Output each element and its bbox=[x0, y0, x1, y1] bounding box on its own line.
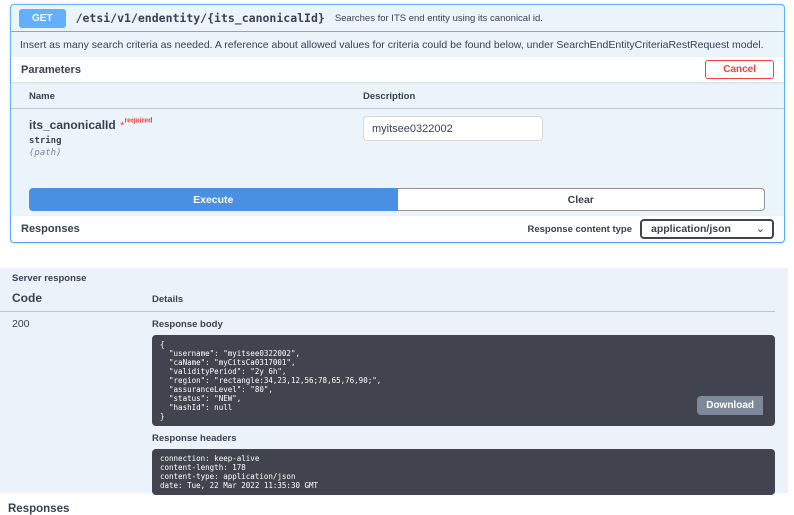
response-body-label: Response body bbox=[152, 319, 776, 330]
server-response-section: Server response Code Details 200 Respons… bbox=[0, 268, 788, 493]
cancel-button[interactable]: Cancel bbox=[705, 60, 774, 79]
responses-footer-title: Responses bbox=[0, 495, 788, 515]
status-code: 200 bbox=[12, 318, 152, 495]
http-method-badge: GET bbox=[19, 9, 66, 28]
parameter-name: its_canonicalId bbox=[29, 118, 116, 132]
chevron-down-icon: ⌄ bbox=[756, 222, 765, 235]
execute-button[interactable]: Execute bbox=[29, 188, 398, 211]
details-column-header: Details bbox=[152, 294, 763, 305]
parameters-title: Parameters bbox=[21, 64, 81, 76]
column-header-name: Name bbox=[29, 91, 363, 102]
content-type-selected-value: application/json bbox=[651, 223, 731, 235]
parameter-name-cell: its_canonicalId *required string (path) bbox=[29, 116, 363, 158]
execute-button-group: Execute Clear bbox=[29, 188, 765, 211]
clear-button[interactable]: Clear bbox=[398, 188, 766, 211]
responses-title: Responses bbox=[21, 223, 80, 235]
response-headers-code[interactable]: connection: keep-alive content-length: 1… bbox=[152, 449, 775, 495]
parameter-row: its_canonicalId *required string (path) bbox=[11, 109, 784, 165]
responses-section-header: Responses Response content type applicat… bbox=[11, 216, 784, 242]
server-response-title: Server response bbox=[0, 273, 788, 284]
response-body-code[interactable]: { "username": "myitsee0322002", "caName"… bbox=[152, 335, 775, 426]
operation-path[interactable]: /etsi/v1/endentity/{its_canonicalId} bbox=[76, 11, 325, 25]
parameter-value-cell bbox=[363, 116, 766, 158]
column-header-description: Description bbox=[363, 91, 766, 102]
operation-description: Insert as many search criteria as needed… bbox=[11, 32, 784, 57]
download-button[interactable]: Download bbox=[697, 396, 763, 415]
required-label: required bbox=[124, 118, 152, 125]
response-details-cell: Response body { "username": "myitsee0322… bbox=[152, 318, 776, 495]
response-content-type-label: Response content type bbox=[527, 224, 632, 235]
response-content-type-control: Response content type application/json ⌄ bbox=[527, 219, 774, 239]
operation-summary-text: Searches for ITS end entity using its ca… bbox=[335, 13, 543, 24]
response-row-200: 200 Response body { "username": "myitsee… bbox=[0, 312, 788, 495]
its-canonicalid-input[interactable] bbox=[363, 116, 543, 141]
response-table-header: Code Details bbox=[0, 284, 775, 312]
operation-summary[interactable]: GET /etsi/v1/endentity/{its_canonicalId}… bbox=[11, 5, 784, 32]
parameters-table-header: Name Description bbox=[11, 82, 784, 109]
parameter-type: string bbox=[29, 136, 363, 146]
content-type-select[interactable]: application/json ⌄ bbox=[640, 219, 774, 239]
response-headers-label: Response headers bbox=[152, 433, 776, 444]
parameters-section-header: Parameters Cancel bbox=[11, 57, 784, 82]
operation-block-get-endentity: GET /etsi/v1/endentity/{its_canonicalId}… bbox=[10, 4, 785, 243]
code-column-header: Code bbox=[12, 291, 152, 305]
parameter-location: (path) bbox=[29, 148, 363, 158]
